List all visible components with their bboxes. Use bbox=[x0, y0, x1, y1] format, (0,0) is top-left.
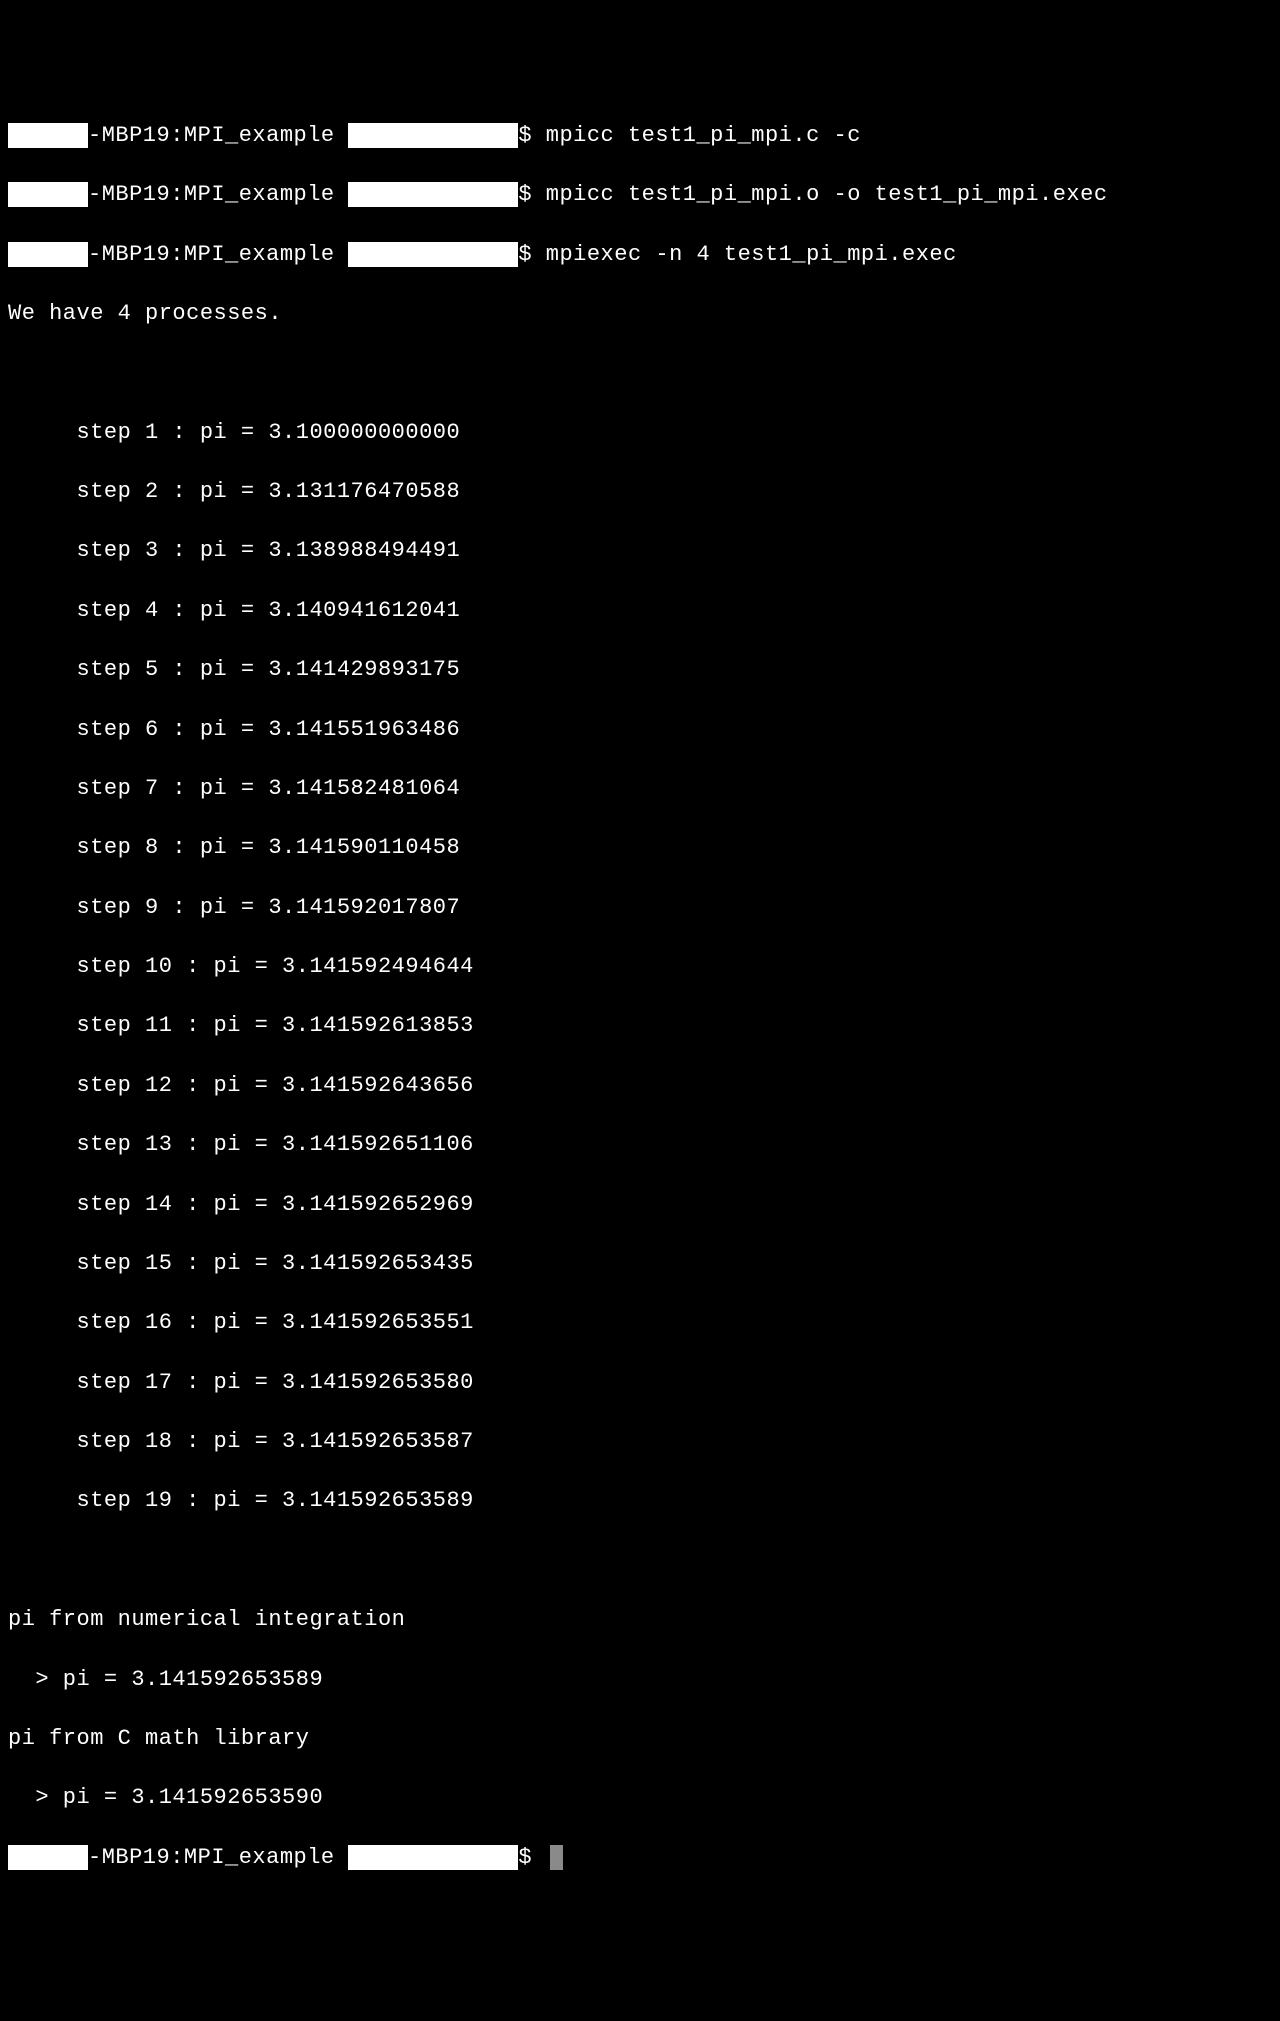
step-line: step 2 : pi = 3.131176470588 bbox=[8, 477, 1272, 507]
step-line: step 7 : pi = 3.141582481064 bbox=[8, 774, 1272, 804]
shell-marker: $ bbox=[518, 242, 545, 267]
command-2: mpicc test1_pi_mpi.o -o test1_pi_mpi.exe… bbox=[546, 182, 1108, 207]
step-line: step 15 : pi = 3.141592653435 bbox=[8, 1249, 1272, 1279]
blank-line bbox=[8, 358, 1272, 388]
summary-label-1: pi from numerical integration bbox=[8, 1605, 1272, 1635]
shell-marker: $ bbox=[518, 123, 545, 148]
step-line: step 11 : pi = 3.141592613853 bbox=[8, 1011, 1272, 1041]
step-line: step 3 : pi = 3.138988494491 bbox=[8, 536, 1272, 566]
step-line: step 4 : pi = 3.140941612041 bbox=[8, 596, 1272, 626]
redacted-host bbox=[348, 123, 518, 148]
step-line: step 13 : pi = 3.141592651106 bbox=[8, 1130, 1272, 1160]
command-3: mpiexec -n 4 test1_pi_mpi.exec bbox=[546, 242, 957, 267]
prompt-line-1: -MBP19:MPI_example $ mpicc test1_pi_mpi.… bbox=[8, 121, 1272, 151]
host-path: -MBP19:MPI_example bbox=[88, 123, 348, 148]
redacted-user bbox=[8, 182, 88, 207]
step-line: step 10 : pi = 3.141592494644 bbox=[8, 952, 1272, 982]
host-path: -MBP19:MPI_example bbox=[88, 1845, 348, 1870]
summary-value-1: > pi = 3.141592653589 bbox=[8, 1665, 1272, 1695]
step-line: step 19 : pi = 3.141592653589 bbox=[8, 1486, 1272, 1516]
step-line: step 8 : pi = 3.141590110458 bbox=[8, 833, 1272, 863]
step-line: step 17 : pi = 3.141592653580 bbox=[8, 1368, 1272, 1398]
step-line: step 16 : pi = 3.141592653551 bbox=[8, 1308, 1272, 1338]
shell-marker: $ bbox=[518, 182, 545, 207]
step-line: step 18 : pi = 3.141592653587 bbox=[8, 1427, 1272, 1457]
redacted-user bbox=[8, 123, 88, 148]
redacted-host bbox=[348, 242, 518, 267]
redacted-host bbox=[348, 182, 518, 207]
redacted-user bbox=[8, 242, 88, 267]
summary-value-2: > pi = 3.141592653590 bbox=[8, 1783, 1272, 1813]
blank-line bbox=[8, 1546, 1272, 1576]
command-1: mpicc test1_pi_mpi.c -c bbox=[546, 123, 861, 148]
processes-line: We have 4 processes. bbox=[8, 299, 1272, 329]
step-line: step 12 : pi = 3.141592643656 bbox=[8, 1071, 1272, 1101]
step-line: step 14 : pi = 3.141592652969 bbox=[8, 1190, 1272, 1220]
step-line: step 6 : pi = 3.141551963486 bbox=[8, 715, 1272, 745]
redacted-host bbox=[348, 1845, 518, 1870]
host-path: -MBP19:MPI_example bbox=[88, 182, 348, 207]
prompt-line-2: -MBP19:MPI_example $ mpicc test1_pi_mpi.… bbox=[8, 180, 1272, 210]
redacted-user bbox=[8, 1845, 88, 1870]
host-path: -MBP19:MPI_example bbox=[88, 242, 348, 267]
shell-marker: $ bbox=[518, 1845, 545, 1870]
cursor-icon bbox=[550, 1845, 563, 1870]
step-line: step 5 : pi = 3.141429893175 bbox=[8, 655, 1272, 685]
step-line: step 1 : pi = 3.100000000000 bbox=[8, 418, 1272, 448]
prompt-line-4[interactable]: -MBP19:MPI_example $ bbox=[8, 1843, 1272, 1873]
summary-label-2: pi from C math library bbox=[8, 1724, 1272, 1754]
prompt-line-3: -MBP19:MPI_example $ mpiexec -n 4 test1_… bbox=[8, 240, 1272, 270]
step-line: step 9 : pi = 3.141592017807 bbox=[8, 893, 1272, 923]
